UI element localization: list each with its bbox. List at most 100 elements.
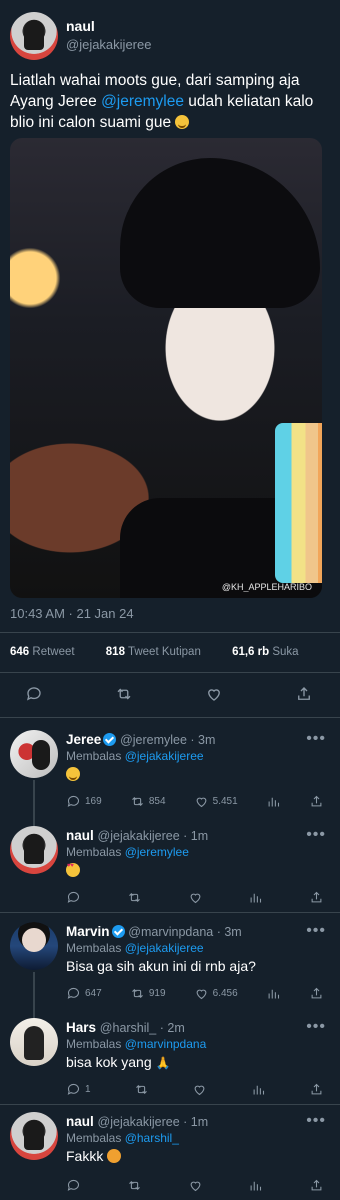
likes-count: 61,6 rb [232, 646, 270, 658]
reply-button[interactable] [66, 1178, 81, 1193]
reply-author[interactable]: Marvin @marvinpdana · 3m [66, 924, 242, 939]
retweet-icon[interactable] [114, 684, 134, 704]
like-button[interactable]: 5.451 [194, 794, 238, 809]
reply-author[interactable]: Hars @harshil_ · 2m [66, 1020, 185, 1035]
reply-actions [66, 890, 324, 905]
like-button[interactable] [188, 890, 203, 905]
like-count: 6.456 [212, 988, 238, 999]
reply-button[interactable]: 1 [66, 1082, 91, 1097]
tweet-photo[interactable]: @KH_APPLEHARIBO [10, 138, 322, 598]
like-button[interactable] [188, 1178, 203, 1193]
more-options-icon[interactable]: ••• [306, 1112, 326, 1130]
analytics-button[interactable] [248, 1178, 263, 1193]
replying-prefix: Membalas [66, 1037, 125, 1051]
avatar[interactable] [10, 922, 58, 970]
replying-to-link[interactable]: @jejakakijeree [125, 941, 204, 955]
author-handle[interactable]: @jejakakijeree [66, 37, 151, 52]
retweet-button[interactable] [127, 1178, 142, 1193]
likes-stat[interactable]: 61,6 rb Suka [232, 646, 313, 658]
like-button[interactable]: 6.456 [194, 986, 238, 1001]
reply-button[interactable]: 169 [66, 794, 102, 809]
more-options-icon[interactable]: ••• [306, 1018, 326, 1036]
reply-count: 1 [85, 1084, 91, 1095]
reply-button[interactable] [66, 890, 81, 905]
reply-handle: @marvinpdana · 3m [128, 925, 242, 939]
reply-item[interactable]: naul @jejakakijeree · 1m ••• Membalas @j… [0, 826, 340, 908]
replying-to-link[interactable]: @marvinpdana [125, 1037, 207, 1051]
share-icon[interactable] [294, 684, 314, 704]
avatar[interactable] [10, 1112, 58, 1160]
quotes-label: Tweet Kutipan [127, 646, 201, 658]
share-button[interactable] [309, 890, 324, 905]
reply-count: 169 [85, 796, 102, 807]
replying-to: Membalas @harshil_ [66, 1131, 179, 1145]
reply-item[interactable]: Jeree @jeremylee · 3m ••• Membalas @jeja… [0, 730, 340, 820]
share-button[interactable] [309, 1082, 324, 1097]
divider [0, 672, 340, 673]
blush-emoji-icon [66, 767, 80, 781]
replying-prefix: Membalas [66, 941, 125, 955]
reply-text: Bisa ga sih akun ini di rnb aja? [66, 958, 256, 974]
replying-to-link[interactable]: @harshil_ [125, 1131, 179, 1145]
analytics-button[interactable] [251, 1082, 266, 1097]
like-button[interactable] [192, 1082, 207, 1097]
reply-item[interactable]: Hars @harshil_ · 2m ••• Membalas @marvin… [0, 1018, 340, 1100]
tweet-header: naul @jejakakijeree [10, 12, 330, 62]
reply-author[interactable]: Jeree @jeremylee · 3m [66, 732, 215, 747]
reply-icon[interactable] [24, 684, 44, 704]
reply-item[interactable]: naul @jejakakijeree · 1m ••• Membalas @h… [0, 1112, 340, 1200]
like-icon[interactable] [204, 684, 224, 704]
replying-to-link[interactable]: @jeremylee [125, 845, 189, 859]
retweet-button[interactable]: 919 [130, 986, 166, 1001]
retweet-button[interactable] [134, 1082, 149, 1097]
reply-author[interactable]: naul @jejakakijeree · 1m [66, 828, 208, 843]
share-icon [311, 891, 322, 903]
reply-icon [67, 1083, 80, 1095]
replying-to: Membalas @jeremylee [66, 845, 189, 859]
analytics-button[interactable] [248, 890, 263, 905]
reply-name: naul [66, 828, 94, 843]
more-options-icon[interactable]: ••• [306, 922, 326, 940]
reply-handle: @jeremylee · 3m [120, 733, 216, 747]
share-button[interactable] [309, 986, 324, 1001]
replying-to: Membalas @marvinpdana [66, 1037, 206, 1051]
share-icon [311, 1179, 322, 1191]
share-button[interactable] [309, 1178, 324, 1193]
retweets-stat[interactable]: 646 Retweet [10, 646, 89, 658]
retweet-button[interactable] [127, 890, 142, 905]
angry-emoji-icon [107, 1149, 122, 1163]
reply-handle: @jejakakijeree · 1m [97, 829, 209, 843]
retweet-icon [136, 1084, 147, 1095]
more-options-icon[interactable]: ••• [306, 826, 326, 844]
replying-to-link[interactable]: @jejakakijeree [125, 749, 204, 763]
reply-actions: 647 919 6.456 [66, 986, 324, 1001]
reply-author[interactable]: naul @jejakakijeree · 1m [66, 1114, 208, 1129]
analytics-button[interactable] [266, 986, 281, 1001]
tweet-timestamp[interactable]: 10:43 AM · 21 Jan 24 [10, 606, 134, 621]
mention-link[interactable]: @jeremylee [101, 93, 184, 110]
reply-icon [67, 795, 80, 807]
divider [0, 1104, 340, 1105]
retweet-icon [128, 1180, 140, 1191]
reply-item[interactable]: Marvin @marvinpdana · 3m ••• Membalas @j… [0, 922, 340, 1012]
avatar[interactable] [10, 826, 58, 874]
reply-text: Fakkk [66, 1148, 122, 1164]
analytics-button[interactable] [266, 794, 281, 809]
analytics-icon [268, 989, 279, 999]
reply-button[interactable]: 647 [66, 986, 102, 1001]
more-options-icon[interactable]: ••• [306, 730, 326, 748]
avatar[interactable] [10, 730, 58, 778]
author-avatar[interactable] [10, 12, 58, 60]
retweet-button[interactable]: 854 [130, 794, 166, 809]
like-icon [196, 797, 207, 808]
main-action-bar [24, 684, 314, 704]
analytics-icon [250, 893, 262, 903]
share-button[interactable] [309, 794, 324, 809]
like-icon [190, 1181, 200, 1192]
reply-name: naul [66, 1114, 94, 1129]
like-icon [194, 1085, 205, 1096]
author-name[interactable]: naul [66, 18, 95, 34]
avatar[interactable] [10, 1018, 58, 1066]
quotes-stat[interactable]: 818 Tweet Kutipan [106, 646, 215, 658]
analytics-icon [268, 797, 279, 807]
